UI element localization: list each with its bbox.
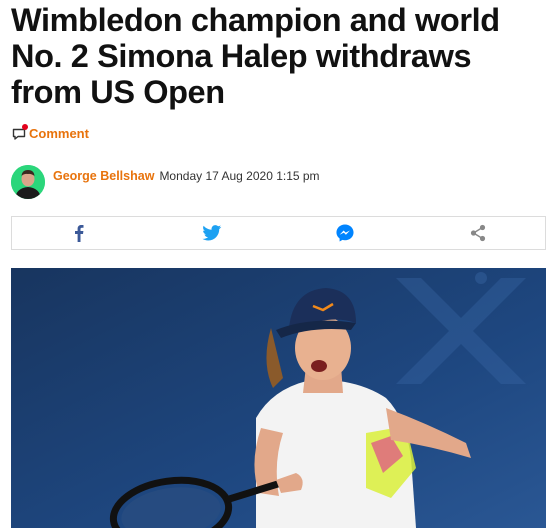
comment-label: Comment [29, 126, 89, 141]
publish-date: Monday 17 Aug 2020 1:15 pm [159, 169, 320, 183]
article-headline: Wimbledon champion and world No. 2 Simon… [11, 2, 500, 110]
notification-dot [22, 123, 28, 130]
author-avatar[interactable] [11, 165, 45, 199]
hero-image [11, 268, 546, 528]
share-messenger-button[interactable] [279, 217, 412, 249]
twitter-icon [202, 225, 222, 241]
share-twitter-button[interactable] [145, 217, 278, 249]
comment-icon [12, 123, 28, 141]
byline: George Bellshaw Monday 17 Aug 2020 1:15 … [11, 164, 320, 200]
share-bar [11, 216, 546, 250]
comment-link[interactable]: Comment [12, 123, 89, 141]
facebook-icon [74, 225, 84, 242]
messenger-icon [336, 224, 354, 242]
author-name[interactable]: George Bellshaw [53, 169, 154, 183]
share-more-button[interactable] [412, 217, 545, 249]
share-facebook-button[interactable] [12, 217, 145, 249]
share-icon [471, 224, 486, 242]
